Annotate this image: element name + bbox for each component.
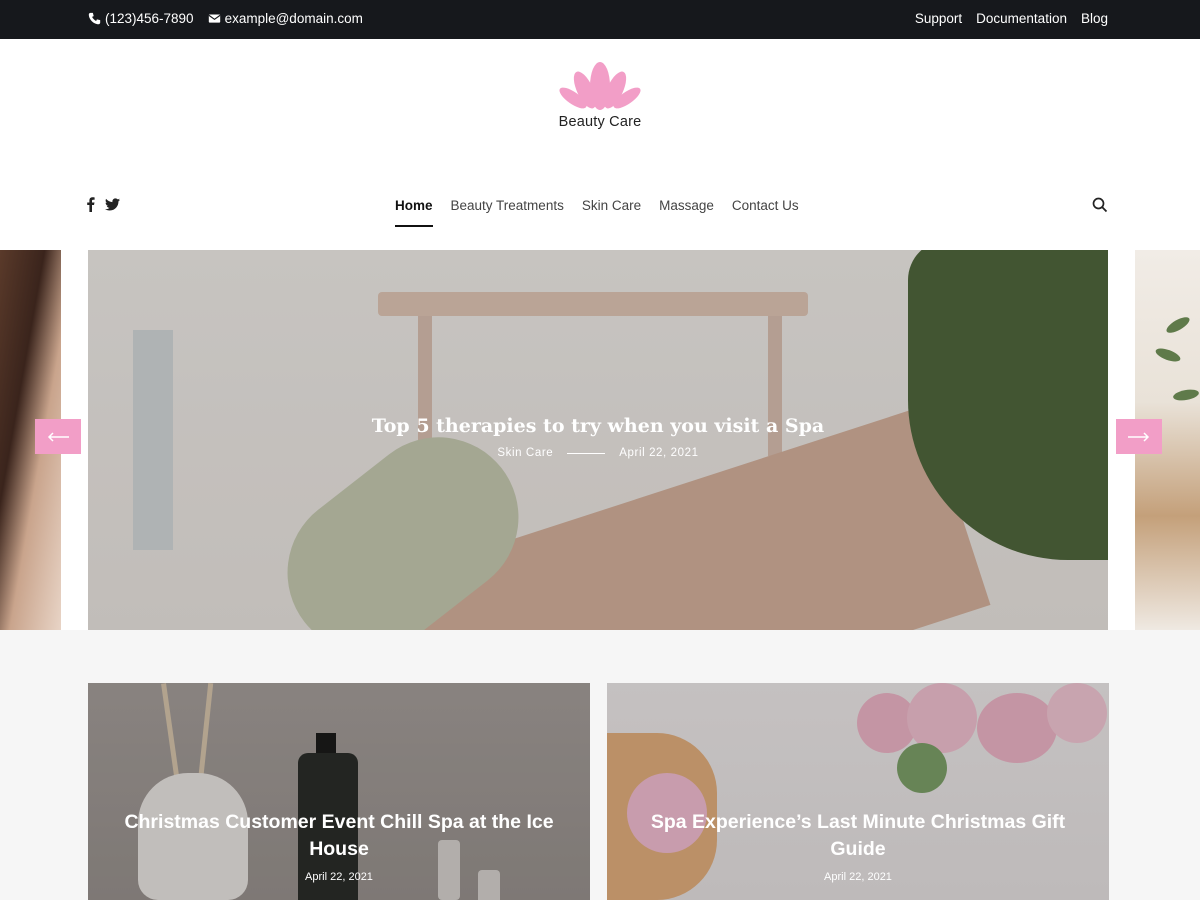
site-logo[interactable]: Beauty Care	[540, 62, 660, 130]
post-title[interactable]: Christmas Customer Event Chill Spa at th…	[108, 809, 570, 863]
hero-caption: Top 5 therapies to try when you visit a …	[88, 415, 1108, 459]
nav-massage[interactable]: Massage	[659, 198, 714, 227]
lotus-logo-icon	[559, 62, 641, 110]
arrow-right-icon	[1128, 431, 1150, 442]
email-address: example@domain.com	[224, 11, 363, 26]
post-title[interactable]: Spa Experience’s Last Minute Christmas G…	[627, 809, 1089, 863]
top-links: Support Documentation Blog	[915, 11, 1108, 26]
envelope-icon	[208, 14, 221, 23]
nav-skin-care[interactable]: Skin Care	[582, 198, 641, 227]
support-link[interactable]: Support	[915, 11, 962, 26]
nav-home[interactable]: Home	[395, 198, 433, 227]
phone-number: (123)456-7890	[105, 11, 194, 26]
top-bar: (123)456-7890 example@domain.com Support…	[0, 0, 1200, 39]
hero-meta: Skin Care April 22, 2021	[88, 447, 1108, 459]
contact-info: (123)456-7890 example@domain.com	[88, 11, 363, 26]
nav-beauty-treatments[interactable]: Beauty Treatments	[451, 198, 564, 227]
post-date: April 22, 2021	[305, 871, 373, 883]
email-contact[interactable]: example@domain.com	[208, 11, 363, 26]
phone-icon	[88, 12, 101, 25]
search-icon[interactable]	[1092, 197, 1108, 213]
post-date: April 22, 2021	[824, 871, 892, 883]
post-card-body: Spa Experience’s Last Minute Christmas G…	[627, 809, 1089, 883]
hero-slide[interactable]: Top 5 therapies to try when you visit a …	[88, 250, 1108, 630]
post-card[interactable]: Christmas Customer Event Chill Spa at th…	[88, 683, 590, 900]
hero-slider[interactable]: Top 5 therapies to try when you visit a …	[0, 250, 1200, 630]
post-card[interactable]: Spa Experience’s Last Minute Christmas G…	[607, 683, 1109, 900]
meta-divider	[567, 452, 606, 454]
twitter-icon[interactable]	[105, 198, 120, 211]
phone-contact[interactable]: (123)456-7890	[88, 11, 194, 26]
main-nav: Home Beauty Treatments Skin Care Massage…	[395, 198, 799, 227]
arrow-left-icon	[47, 431, 69, 442]
social-links	[86, 197, 120, 212]
slider-prev-button[interactable]	[35, 419, 81, 454]
blog-link[interactable]: Blog	[1081, 11, 1108, 26]
logo-text: Beauty Care	[558, 114, 642, 130]
slider-next-button[interactable]	[1116, 419, 1162, 454]
facebook-icon[interactable]	[86, 197, 95, 212]
nav-contact-us[interactable]: Contact Us	[732, 198, 799, 227]
hero-title[interactable]: Top 5 therapies to try when you visit a …	[88, 415, 1108, 437]
hero-date: April 22, 2021	[619, 447, 699, 459]
hero-category[interactable]: Skin Care	[497, 447, 553, 459]
post-card-body: Christmas Customer Event Chill Spa at th…	[108, 809, 570, 883]
documentation-link[interactable]: Documentation	[976, 11, 1067, 26]
